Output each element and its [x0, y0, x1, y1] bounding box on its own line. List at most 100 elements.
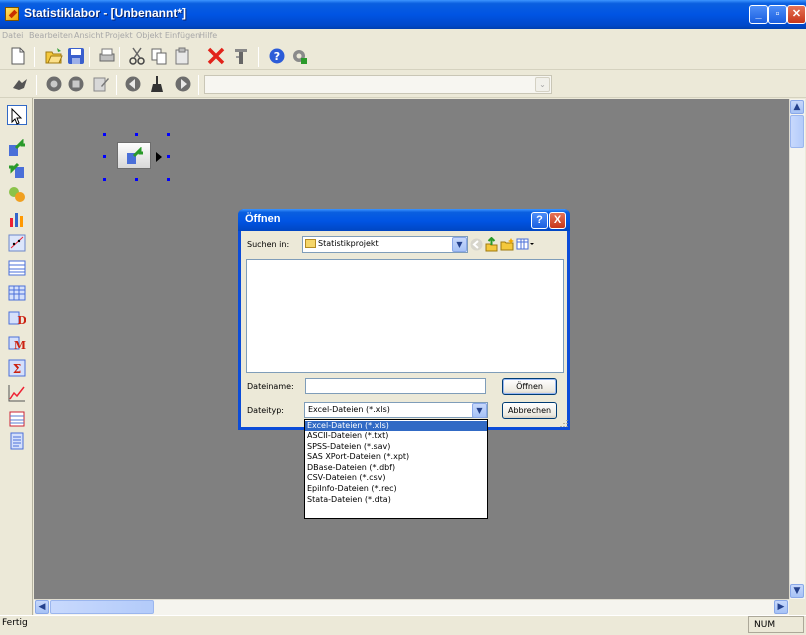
report-icon[interactable]: [8, 432, 26, 450]
stop-icon[interactable]: [67, 75, 85, 93]
chevron-down-icon[interactable]: ⌄: [535, 77, 550, 92]
filetype-option[interactable]: SAS XPort-Dateien (*.xpt): [305, 452, 487, 462]
export-data-icon[interactable]: [8, 161, 26, 179]
back-icon[interactable]: [124, 75, 142, 93]
properties-icon[interactable]: [232, 47, 250, 65]
vertical-scroll-thumb[interactable]: [790, 115, 804, 148]
app-icon[interactable]: [5, 7, 19, 21]
filetype-label: Dateityp:: [247, 406, 284, 415]
bar-chart-icon[interactable]: [8, 210, 26, 228]
toolbar-separator: [198, 75, 199, 95]
status-bar: [0, 615, 806, 635]
chevron-down-icon[interactable]: ▼: [452, 237, 467, 252]
grid-table-icon[interactable]: [8, 284, 26, 302]
output-port-arrow[interactable]: [156, 152, 162, 162]
svg-text:D: D: [17, 314, 26, 327]
toolbar-separator: [116, 75, 117, 95]
edit-icon[interactable]: [92, 75, 110, 93]
dialog-close-button[interactable]: X: [549, 212, 566, 229]
look-in-label: Suchen in:: [247, 240, 290, 249]
close-button[interactable]: ✕: [787, 5, 806, 24]
sum-icon[interactable]: Σ: [8, 359, 26, 377]
scroll-left-button[interactable]: ◀: [35, 600, 49, 614]
toolbar-combobox[interactable]: [204, 75, 552, 94]
resize-grip-icon[interactable]: [558, 417, 568, 427]
menu-ansicht[interactable]: Ansicht: [74, 31, 104, 40]
up-folder-icon[interactable]: [484, 237, 499, 252]
vertical-scrollbar[interactable]: [789, 99, 805, 599]
import-object-node[interactable]: [117, 142, 151, 169]
scatter-chart-icon[interactable]: [8, 234, 26, 252]
transform-data-icon[interactable]: [8, 185, 26, 203]
selection-handle[interactable]: [167, 178, 170, 181]
folder-icon: [305, 239, 316, 248]
maximize-button[interactable]: ▫: [768, 5, 787, 24]
filename-label: Dateiname:: [247, 382, 294, 391]
forward-icon[interactable]: [174, 75, 192, 93]
selection-handle[interactable]: [103, 133, 106, 136]
data-sheet-icon[interactable]: [8, 410, 26, 428]
cancel-button[interactable]: Abbrechen: [502, 402, 557, 419]
selection-handle[interactable]: [103, 155, 106, 158]
back-arrow-icon[interactable]: [469, 237, 484, 252]
new-file-icon[interactable]: [9, 47, 27, 65]
status-text: Fertig: [2, 618, 28, 628]
filetype-option[interactable]: DBase-Dateien (*.dbf): [305, 463, 487, 473]
cut-icon[interactable]: [128, 47, 146, 65]
filetype-option[interactable]: CSV-Dateien (*.csv): [305, 473, 487, 483]
toolbar-separator: [119, 47, 120, 67]
selection-handle[interactable]: [103, 178, 106, 181]
file-list[interactable]: [246, 259, 564, 373]
svg-text:Σ: Σ: [13, 362, 21, 376]
help-icon[interactable]: ?: [268, 47, 286, 65]
filename-input[interactable]: [305, 378, 486, 394]
new-folder-icon[interactable]: [500, 237, 515, 252]
pointer-arrow-icon[interactable]: [8, 107, 26, 125]
print-icon[interactable]: [98, 47, 116, 65]
dialog-title-bar[interactable]: [238, 209, 570, 231]
selection-handle[interactable]: [167, 133, 170, 136]
selection-handle[interactable]: [135, 178, 138, 181]
scroll-right-button[interactable]: ▶: [774, 600, 788, 614]
num-lock-indicator: NUM: [748, 616, 804, 633]
menu-bearbeiten[interactable]: Bearbeiten: [29, 31, 73, 40]
horizontal-scroll-thumb[interactable]: [50, 600, 154, 614]
toolbar-separator: [89, 47, 90, 67]
filetype-option[interactable]: EpiInfo-Dateien (*.rec): [305, 484, 487, 494]
toolbar-separator: [258, 47, 259, 67]
run-icon[interactable]: [148, 75, 166, 93]
open-folder-icon[interactable]: [45, 47, 63, 65]
scroll-down-button[interactable]: ▼: [790, 584, 804, 598]
minimize-button[interactable]: _: [749, 5, 768, 24]
menu-hilfe[interactable]: Hilfe: [199, 31, 217, 40]
record-icon[interactable]: [45, 75, 63, 93]
selection-handle[interactable]: [135, 133, 138, 136]
dialog-help-button[interactable]: ?: [531, 212, 548, 229]
paste-icon[interactable]: [173, 47, 191, 65]
filetype-option[interactable]: Stata-Dateien (*.dta): [305, 495, 487, 505]
open-button[interactable]: Öffnen: [502, 378, 557, 395]
delete-icon[interactable]: [207, 47, 225, 65]
view-menu-icon[interactable]: [516, 237, 534, 252]
mean-stats-icon[interactable]: M: [8, 334, 26, 352]
tools-icon[interactable]: [290, 47, 308, 65]
selection-handle[interactable]: [167, 155, 170, 158]
toolbar-separator: [36, 75, 37, 95]
hand-pointer-icon[interactable]: [11, 75, 29, 93]
chevron-down-icon[interactable]: ▼: [472, 403, 487, 418]
filetype-option[interactable]: SPSS-Dateien (*.sav): [305, 442, 487, 452]
scroll-up-button[interactable]: ▲: [790, 100, 804, 114]
menu-projekt[interactable]: Projekt: [105, 31, 133, 40]
menu-datei[interactable]: Datei: [2, 31, 23, 40]
copy-icon[interactable]: [150, 47, 168, 65]
save-icon[interactable]: [67, 47, 85, 65]
window-title: Statistiklabor - [Unbenannt*]: [24, 6, 187, 20]
filetype-option[interactable]: ASCII-Dateien (*.txt): [305, 431, 487, 441]
menu-objekt-einfuegen[interactable]: Objekt Einfügen: [136, 31, 200, 40]
import-data-icon[interactable]: [8, 139, 26, 157]
filetype-value: Excel-Dateien (*.xls): [308, 405, 390, 414]
filetype-option[interactable]: Excel-Dateien (*.xls): [305, 421, 487, 431]
table-icon[interactable]: [8, 259, 26, 277]
descriptive-stats-icon[interactable]: D: [8, 309, 26, 327]
line-chart-icon[interactable]: [8, 384, 26, 402]
